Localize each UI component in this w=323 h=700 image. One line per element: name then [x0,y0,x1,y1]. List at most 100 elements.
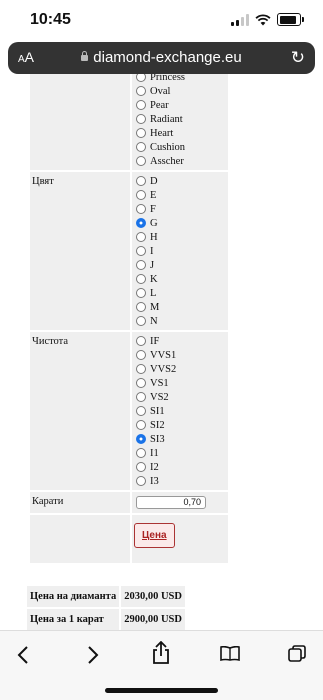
radio-button[interactable] [136,316,146,326]
radio-button[interactable] [136,462,146,472]
radio-button[interactable] [136,364,146,374]
book-icon[interactable] [220,646,240,661]
radio-button[interactable] [136,232,146,242]
shape-option-heart[interactable]: Heart [136,126,226,140]
radio-button-selected[interactable] [136,434,146,444]
chevron-left-icon[interactable] [16,645,30,665]
page-content: Princess Oval Pear Radiant Heart Cushion… [0,74,323,630]
empty-cell [30,515,130,563]
wifi-icon [255,13,271,25]
cellular-signal-icon [231,13,249,26]
color-option-h[interactable]: H [136,230,226,244]
button-cell: Цена [132,515,228,563]
shape-row: Princess Oval Pear Radiant Heart Cushion… [30,74,228,170]
radio-button[interactable] [136,100,146,110]
color-option-e[interactable]: E [136,188,226,202]
lock-icon [81,51,89,61]
radio-button[interactable] [136,128,146,138]
radio-button[interactable] [136,246,146,256]
color-option-n[interactable]: N [136,314,226,328]
clarity-option-i2[interactable]: I2 [136,460,226,474]
url-host: diamond-exchange.eu [93,49,242,66]
radio-button[interactable] [136,420,146,430]
color-option-i[interactable]: I [136,244,226,258]
radio-button[interactable] [136,288,146,298]
color-option-l[interactable]: L [136,286,226,300]
color-option-f[interactable]: F [136,202,226,216]
clarity-label: Чистота [30,332,130,490]
color-row: Цвят D E F G H I J K L M N [30,172,228,330]
clarity-row: Чистота IF VVS1 VVS2 VS1 VS2 SI1 SI2 SI3… [30,332,228,490]
shape-option-princess[interactable]: Princess [136,74,226,84]
radio-button[interactable] [136,204,146,214]
status-time: 10:45 [30,11,71,28]
radio-button[interactable] [136,378,146,388]
clarity-option-vvs1[interactable]: VVS1 [136,348,226,362]
battery-icon [277,13,304,26]
radio-button[interactable] [136,74,146,82]
clarity-option-vs1[interactable]: VS1 [136,376,226,390]
clarity-option-vvs2[interactable]: VVS2 [136,362,226,376]
clarity-option-i3[interactable]: I3 [136,474,226,488]
shape-option-pear[interactable]: Pear [136,98,226,112]
color-option-k[interactable]: K [136,272,226,286]
clarity-option-si1[interactable]: SI1 [136,404,226,418]
radio-button[interactable] [136,190,146,200]
radio-button[interactable] [136,336,146,346]
address-bar[interactable]: AA diamond-exchange.eu ↻ [8,42,315,74]
shape-option-asscher[interactable]: Asscher [136,154,226,168]
clarity-option-if[interactable]: IF [136,334,226,348]
radio-button[interactable] [136,476,146,486]
color-option-j[interactable]: J [136,258,226,272]
radio-button[interactable] [136,350,146,360]
carats-input[interactable]: 0,70 [136,496,206,509]
shape-option-cushion[interactable]: Cushion [136,140,226,154]
radio-button-selected[interactable] [136,218,146,228]
carats-row: Карати 0,70 [30,492,228,513]
url-display[interactable]: diamond-exchange.eu [8,49,315,66]
color-options: D E F G H I J K L M N [132,172,228,330]
button-row: Цена [30,515,228,563]
share-icon[interactable] [151,641,171,665]
clarity-option-i1[interactable]: I1 [136,446,226,460]
price-summary: Цена на диаманта 2030,00 USD Цена за 1 к… [25,584,187,630]
radio-button[interactable] [136,260,146,270]
per-carat-label: Цена за 1 карат [27,609,120,630]
per-carat-value: 2900,00 USD [121,609,185,630]
shape-option-oval[interactable]: Oval [136,84,226,98]
shape-option-radiant[interactable]: Radiant [136,112,226,126]
radio-button[interactable] [136,142,146,152]
radio-button[interactable] [136,86,146,96]
carats-cell: 0,70 [132,492,228,513]
radio-button[interactable] [136,302,146,312]
home-indicator [105,688,218,693]
shape-label-cell [30,74,130,170]
tabs-icon[interactable] [288,645,306,663]
radio-button[interactable] [136,448,146,458]
status-bar: 10:45 [0,0,323,42]
radio-button[interactable] [136,176,146,186]
radio-button[interactable] [136,274,146,284]
radio-button[interactable] [136,406,146,416]
shape-options: Princess Oval Pear Radiant Heart Cushion… [132,74,228,170]
clarity-option-si2[interactable]: SI2 [136,418,226,432]
clarity-options: IF VVS1 VVS2 VS1 VS2 SI1 SI2 SI3 I1 I2 I… [132,332,228,490]
diamond-price-value: 2030,00 USD [121,586,185,607]
price-button[interactable]: Цена [134,523,175,548]
chevron-right-icon[interactable] [86,645,100,665]
browser-toolbar [0,630,323,700]
radio-button[interactable] [136,392,146,402]
clarity-option-vs2[interactable]: VS2 [136,390,226,404]
radio-button[interactable] [136,156,146,166]
color-option-g[interactable]: G [136,216,226,230]
per-carat-row: Цена за 1 карат 2900,00 USD [27,609,185,630]
color-option-m[interactable]: M [136,300,226,314]
reload-icon[interactable]: ↻ [291,48,305,68]
color-option-d[interactable]: D [136,174,226,188]
diamond-form: Princess Oval Pear Radiant Heart Cushion… [28,74,230,565]
status-icons [231,13,304,26]
radio-button[interactable] [136,114,146,124]
clarity-option-si3[interactable]: SI3 [136,432,226,446]
carats-label: Карати [30,492,130,513]
diamond-price-label: Цена на диаманта [27,586,120,607]
